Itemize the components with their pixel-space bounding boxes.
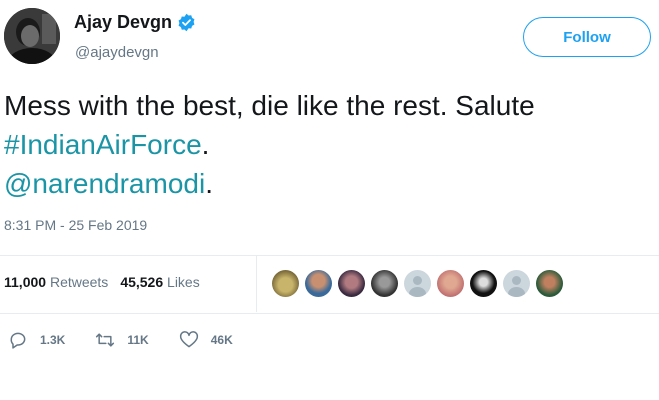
- follow-button[interactable]: Follow: [523, 17, 651, 57]
- likes-stat[interactable]: 45,526 Likes: [120, 274, 199, 290]
- heart-icon: [179, 331, 198, 348]
- tweet-timestamp[interactable]: 8:31 PM - 25 Feb 2019: [4, 217, 147, 233]
- likes-count: 45,526: [120, 274, 164, 290]
- tweet-period: .: [205, 168, 213, 199]
- user-name[interactable]: Ajay Devgn: [74, 12, 172, 33]
- retweet-button[interactable]: 11K: [95, 330, 149, 350]
- retweets-count: 11,000: [4, 274, 47, 290]
- liker-avatar[interactable]: [437, 270, 464, 297]
- like-button[interactable]: 46K: [179, 330, 233, 350]
- retweets-label: Retweets: [49, 274, 109, 290]
- retweet-count: 11K: [127, 333, 149, 347]
- verified-badge-icon: [178, 13, 195, 32]
- liker-avatar[interactable]: [305, 270, 332, 297]
- profile-photo-icon: [4, 8, 60, 64]
- tweet-period: .: [201, 129, 210, 160]
- reply-icon: [10, 332, 26, 349]
- default-avatar-icon[interactable]: [404, 270, 431, 297]
- liker-avatar[interactable]: [338, 270, 365, 297]
- liker-avatar[interactable]: [470, 270, 497, 297]
- liker-avatar[interactable]: [371, 270, 398, 297]
- user-name-row: Ajay Devgn: [74, 12, 196, 33]
- like-count: 46K: [210, 333, 233, 347]
- divider: [0, 255, 659, 256]
- retweet-icon: [96, 333, 115, 347]
- tweet-stats: 11,000 Retweets 45,526 Likes: [4, 274, 200, 290]
- stats-divider: [256, 256, 257, 312]
- avatar[interactable]: [4, 8, 60, 64]
- user-handle[interactable]: @ajaydevgn: [75, 44, 159, 61]
- mention-link[interactable]: @narendramodi: [4, 168, 205, 199]
- tweet-actions: 1.3K 11K 46K: [8, 330, 263, 350]
- reply-count: 1.3K: [40, 333, 66, 347]
- tweet-text: Mess with the best, die like the rest. S…: [4, 86, 656, 203]
- default-avatar-icon[interactable]: [503, 270, 530, 297]
- tweet-body: Mess with the best, die like the rest. S…: [4, 90, 535, 121]
- liker-avatar[interactable]: [536, 270, 563, 297]
- likes-label: Likes: [167, 274, 200, 290]
- retweets-stat[interactable]: 11,000 Retweets: [4, 274, 108, 290]
- hashtag-link[interactable]: #IndianAirForce: [4, 129, 202, 160]
- divider: [0, 313, 659, 314]
- liker-avatar[interactable]: [272, 270, 299, 297]
- reply-button[interactable]: 1.3K: [8, 330, 65, 350]
- liker-avatars: [272, 270, 569, 297]
